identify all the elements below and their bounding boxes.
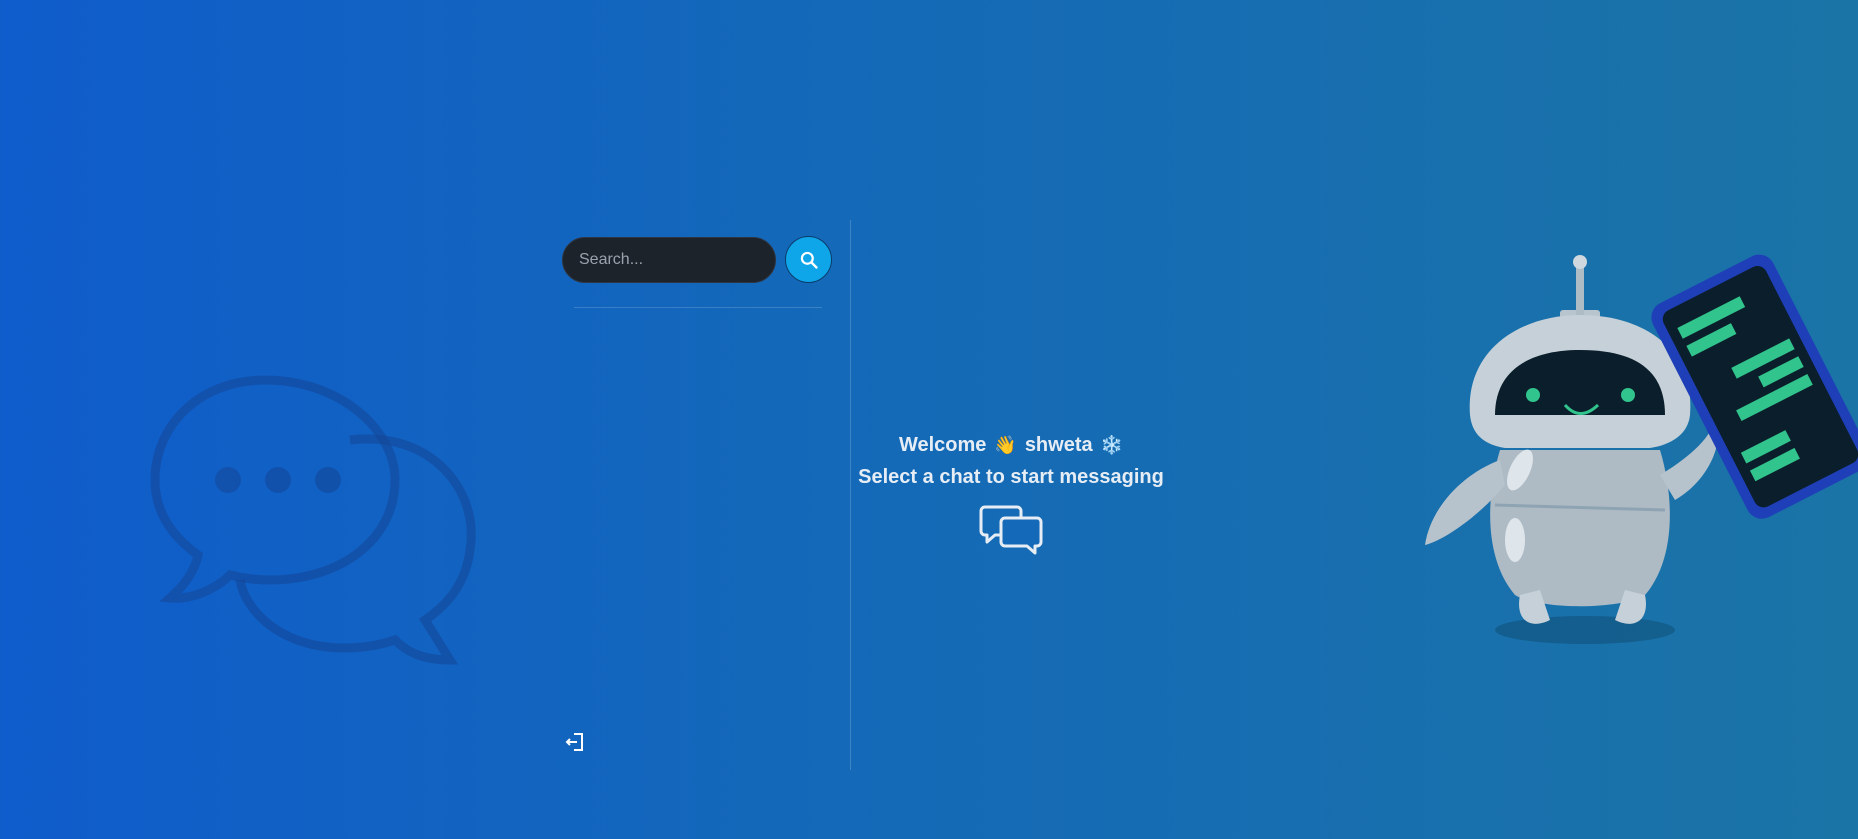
welcome-line: Welcome 👋 shweta ❄️ — [851, 430, 1171, 460]
snowflake-emoji: ❄️ — [1100, 434, 1124, 456]
logout-icon[interactable] — [564, 730, 588, 754]
sidebar-divider — [574, 307, 822, 308]
select-chat-prompt: Select a chat to start messaging — [858, 466, 1164, 488]
sidebar — [550, 220, 851, 770]
search-input[interactable] — [562, 236, 776, 283]
wave-emoji: 👋 — [994, 434, 1017, 456]
chat-bubbles-icon — [979, 505, 1043, 555]
search-button[interactable] — [785, 236, 832, 283]
search-form — [562, 236, 832, 283]
message-panel: Welcome 👋 shweta ❄️ Select a chat to sta… — [851, 220, 1310, 770]
search-icon — [800, 251, 818, 269]
username: shweta — [1024, 433, 1093, 456]
no-chat-selected: Welcome 👋 shweta ❄️ Select a chat to sta… — [851, 430, 1171, 556]
welcome-text: Welcome — [898, 433, 987, 456]
background-chat-bubbles-icon — [150, 375, 476, 665]
robot-illustration — [1425, 254, 1858, 644]
chat-container: Welcome 👋 shweta ❄️ Select a chat to sta… — [550, 220, 1310, 770]
